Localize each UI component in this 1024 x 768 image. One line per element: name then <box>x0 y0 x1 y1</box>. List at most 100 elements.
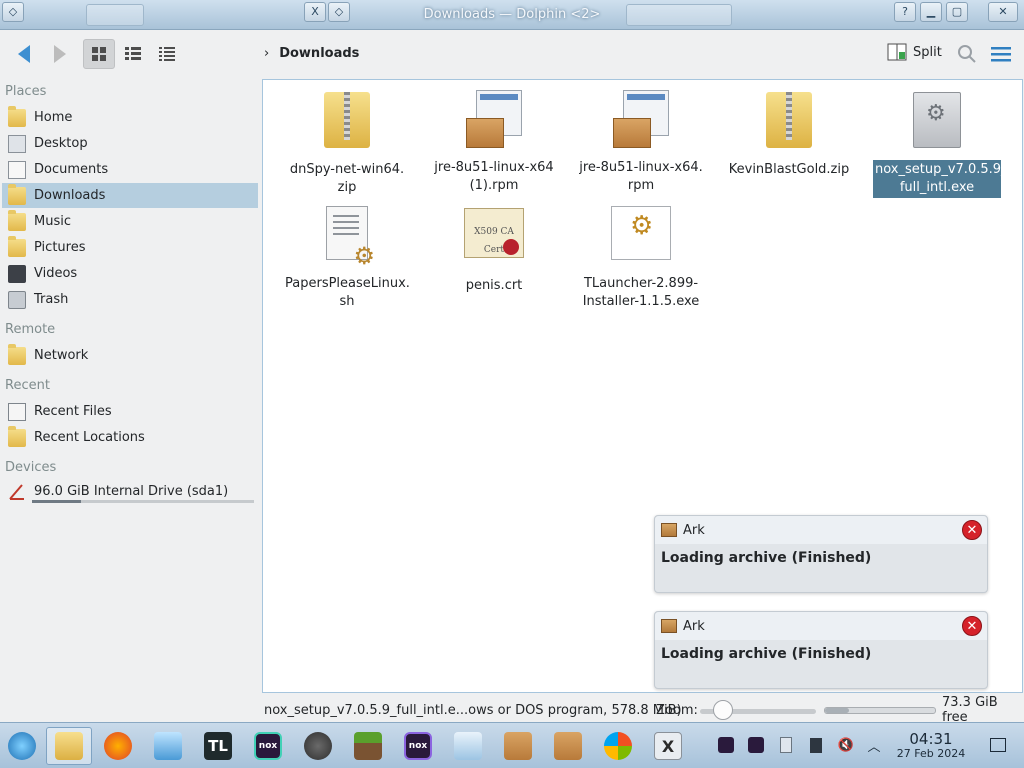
compact-view-button[interactable] <box>117 39 149 69</box>
sidebar-item-recent-files[interactable]: Recent Files <box>2 399 258 424</box>
file-item[interactable]: jre-8u51-linux-x64 (1).rpm <box>430 88 558 196</box>
sidebar-item-downloads[interactable]: Downloads <box>2 183 258 208</box>
taskbar-ark[interactable] <box>498 727 538 765</box>
notification-popup[interactable]: Ark Loading archive (Finished) ✕ <box>654 611 988 689</box>
taskbar-file-manager[interactable] <box>46 727 92 765</box>
pictures-icon <box>8 235 26 257</box>
file-item[interactable]: dnSpy-net-win64. zip <box>283 88 411 198</box>
sidebar-item-desktop[interactable]: Desktop <box>2 131 258 156</box>
background-window-controls-2 <box>626 4 732 26</box>
taskbar-nox-player-2[interactable]: nox <box>398 727 438 765</box>
taskbar-x-app[interactable]: X <box>648 727 688 765</box>
help-button[interactable]: ? <box>894 2 916 22</box>
file-name: PapersPleaseLinux. sh <box>285 276 410 309</box>
clock[interactable]: 04:31 27 Feb 2024 <box>888 731 974 761</box>
sidebar-item-trash[interactable]: Trash <box>2 287 258 312</box>
tray-nox-icon-2[interactable] <box>746 735 766 755</box>
sidebar-item-label: Recent Locations <box>34 430 145 445</box>
chevron-up-icon[interactable]: ︿ <box>864 735 884 755</box>
music-icon <box>8 209 26 231</box>
split-view-icon <box>887 43 907 61</box>
free-space-fill <box>825 708 850 713</box>
file-name: nox_setup_v7.0.5.9_ full_intl.exe <box>873 160 1008 198</box>
sidebar-item-network[interactable]: Network <box>2 343 258 368</box>
sidebar-item-label: Music <box>34 214 71 229</box>
sidebar-item-label: Network <box>34 348 89 363</box>
icons-view-button[interactable] <box>83 39 115 69</box>
package-installer-icon <box>454 732 482 760</box>
file-name: penis.crt <box>465 278 523 293</box>
desktop-icon <box>8 134 26 153</box>
hamburger-menu-icon <box>991 47 1011 62</box>
chevron-right-icon[interactable]: › <box>264 46 269 61</box>
back-button[interactable] <box>8 39 40 69</box>
forward-button[interactable] <box>44 39 76 69</box>
split-button[interactable]: Split <box>887 43 942 61</box>
file-item[interactable]: PapersPleaseLinux.sh <box>283 202 411 312</box>
breadcrumb-current[interactable]: Downloads <box>279 46 359 61</box>
zip-archive-icon <box>317 92 377 156</box>
sidebar-item-documents[interactable]: Documents <box>2 157 258 182</box>
window-title: Downloads — Dolphin <2> <box>423 7 601 22</box>
taskbar-windows-app[interactable] <box>598 727 638 765</box>
taskbar-gauge-app[interactable] <box>298 727 338 765</box>
file-item[interactable]: jre-8u51-linux-x64. rpm <box>577 88 705 196</box>
file-view[interactable]: dnSpy-net-win64. zip jre-8u51-linux-x64 (1… <box>262 79 1023 693</box>
maximize-button[interactable]: ▢ <box>946 2 968 22</box>
close-notification-button[interactable]: ✕ <box>962 520 982 540</box>
taskbar-tlauncher[interactable]: TL <box>198 727 238 765</box>
file-item[interactable]: X509 CA Cert penis.crt <box>430 202 558 296</box>
file-item-selected[interactable]: nox_setup_v7.0.5.9_full_intl.exe <box>873 88 1008 198</box>
close-button[interactable]: ✕ <box>988 2 1018 22</box>
notification-popup[interactable]: Ark Loading archive (Finished) ✕ <box>654 515 988 593</box>
notification-message: Loading archive (Finished) <box>661 550 872 566</box>
sidebar-item-label: Documents <box>34 162 109 177</box>
search-icon <box>958 45 976 63</box>
network-icon <box>8 343 26 365</box>
back-arrow-icon <box>18 45 30 63</box>
file-item[interactable]: KevinBlastGold.zip <box>725 88 853 180</box>
zoom-slider-handle[interactable] <box>713 700 734 720</box>
sidebar-item-pictures[interactable]: Pictures <box>2 235 258 260</box>
taskbar-nox-player[interactable]: nox <box>248 727 288 765</box>
file-item[interactable]: TLauncher-2.899-Installer-1.1.5.exe <box>577 202 705 312</box>
taskbar-package-installer[interactable] <box>448 727 488 765</box>
executable-icon <box>907 92 967 156</box>
minimize-button[interactable]: ▁ <box>920 2 942 22</box>
clock-time: 04:31 <box>909 730 953 748</box>
hamburger-menu-button[interactable] <box>990 46 1012 66</box>
file-name: jre-8u51-linux-x64 (1).rpm <box>434 160 554 193</box>
recent-locations-icon <box>8 425 26 447</box>
details-view-button[interactable] <box>151 39 183 69</box>
tray-notes-icon[interactable] <box>806 735 826 755</box>
volume-muted-icon[interactable]: 🔇 <box>836 735 856 755</box>
ark-icon <box>661 523 677 537</box>
notification-app: Ark <box>683 618 705 634</box>
sidebar-item-recent-locations[interactable]: Recent Locations <box>2 425 258 450</box>
search-button[interactable] <box>957 44 977 68</box>
tray-nox-icon[interactable] <box>716 735 736 755</box>
taskbar-remote-desktop[interactable] <box>148 727 188 765</box>
sidebar-item-label: Desktop <box>34 136 88 151</box>
start-menu-button[interactable] <box>2 727 42 765</box>
split-label: Split <box>913 44 942 60</box>
section-places: Places <box>5 84 47 99</box>
places-panel: Places Home Desktop Documents Downloads … <box>0 80 262 700</box>
remote-desktop-icon <box>154 732 182 760</box>
window-titlebar[interactable]: ◇ X ◇ Downloads — Dolphin <2> ? ▁ ▢ ✕ <box>0 0 1024 30</box>
sidebar-item-videos[interactable]: Videos <box>2 261 258 286</box>
close-notification-button[interactable]: ✕ <box>962 616 982 636</box>
notification-header: Ark <box>655 612 987 640</box>
sidebar-item-home[interactable]: Home <box>2 105 258 130</box>
sidebar-item-label: Home <box>34 110 73 125</box>
sidebar-item-music[interactable]: Music <box>2 209 258 234</box>
forward-arrow-icon <box>54 45 66 63</box>
free-space-bar <box>824 707 936 714</box>
tray-clipboard-icon[interactable] <box>776 735 796 755</box>
ark-icon <box>554 732 582 760</box>
taskbar-firefox[interactable] <box>98 727 138 765</box>
rpm-package-icon <box>611 90 671 154</box>
taskbar-minecraft[interactable] <box>348 727 388 765</box>
show-desktop-button[interactable] <box>988 735 1008 755</box>
taskbar-ark-2[interactable] <box>548 727 588 765</box>
